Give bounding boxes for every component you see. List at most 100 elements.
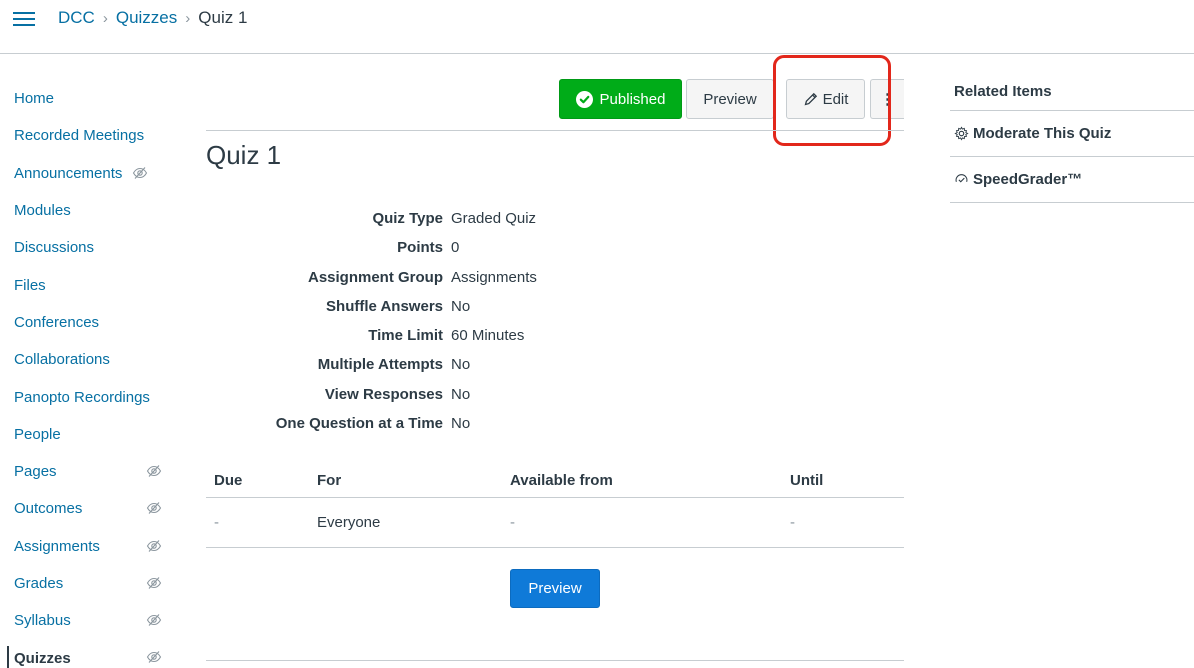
column-header-for: For: [317, 472, 342, 489]
breadcrumb-separator-icon: ›: [185, 9, 191, 27]
page-title: Quiz 1: [206, 140, 282, 170]
sidebar-item-label: People: [14, 425, 61, 443]
footer-divider: [206, 660, 904, 661]
detail-value: No: [451, 297, 471, 315]
speedgrader-link[interactable]: SpeedGrader™: [950, 157, 1194, 203]
breadcrumb-dcc[interactable]: DCC: [58, 8, 95, 28]
related-items-heading: Related Items: [954, 83, 1052, 100]
sidebar-item-collaborations[interactable]: Collaborations: [0, 341, 180, 378]
detail-label: Time Limit: [368, 327, 443, 345]
sidebar-item-label: Pages: [14, 463, 57, 481]
detail-row: One Question at a Time No: [206, 411, 706, 440]
detail-label: Multiple Attempts: [317, 356, 443, 374]
sidebar-item-discussions[interactable]: Discussions: [0, 229, 180, 266]
edit-highlight-annotation: [773, 55, 891, 146]
header-divider: [206, 130, 904, 131]
sidebar-item-files[interactable]: Files: [0, 266, 180, 303]
sidebar-item-label: Announcements: [14, 164, 123, 182]
sidebar-item-syllabus[interactable]: Syllabus: [0, 602, 180, 639]
available-from-cell: -: [510, 514, 515, 531]
detail-label: One Question at a Time: [275, 415, 443, 433]
hidden-eye-icon: [146, 463, 162, 479]
breadcrumb-separator-icon: ›: [102, 9, 108, 27]
published-label: Published: [599, 90, 666, 108]
for-cell: Everyone: [317, 514, 381, 531]
sidebar-item-people[interactable]: People: [0, 416, 180, 453]
detail-row: Assignment Group Assignments: [206, 265, 706, 294]
sidebar-item-label: Home: [14, 90, 55, 108]
sidebar-item-label: Modules: [14, 202, 71, 220]
sidebar-item-panopto-recordings[interactable]: Panopto Recordings: [0, 378, 180, 415]
dates-table: Due For Available from Until - Everyone …: [206, 462, 904, 548]
detail-label: Points: [397, 239, 443, 257]
breadcrumb-quizzes[interactable]: Quizzes: [116, 8, 177, 28]
sidebar-item-label: Syllabus: [14, 612, 71, 630]
sidebar-item-label: Assignments: [14, 537, 100, 555]
sidebar-item-grades[interactable]: Grades: [0, 565, 180, 602]
column-header-available-from: Available from: [510, 472, 613, 489]
hidden-eye-icon: [146, 575, 162, 591]
detail-row: View Responses No: [206, 382, 706, 411]
sidebar-item-label: Recorded Meetings: [14, 127, 145, 145]
detail-label: Quiz Type: [372, 210, 443, 227]
sidebar-item-assignments[interactable]: Assignments: [0, 528, 180, 565]
detail-row: Multiple Attempts No: [206, 352, 706, 381]
moderate-quiz-label: Moderate This Quiz: [973, 125, 1112, 142]
speedgrader-label: SpeedGrader™: [973, 171, 1083, 188]
detail-value: No: [451, 415, 471, 433]
detail-value: 60 Minutes: [451, 327, 525, 345]
sidebar-item-announcements[interactable]: Announcements: [0, 155, 180, 192]
column-header-until: Until: [790, 472, 824, 489]
published-button[interactable]: Published: [559, 79, 682, 119]
sidebar-item-label: Outcomes: [14, 500, 83, 518]
sidebar-item-label: Quizzes: [14, 649, 71, 667]
check-circle-icon: [575, 90, 593, 108]
sidebar-item-modules[interactable]: Modules: [0, 192, 180, 229]
preview-button[interactable]: Preview: [510, 569, 600, 608]
top-bar: DCC › Quizzes › Quiz 1: [0, 0, 1194, 54]
detail-row: Quiz Type Graded Quiz: [206, 206, 706, 235]
sidebar-item-pages[interactable]: Pages: [0, 453, 180, 490]
sidebar-item-home[interactable]: Home: [0, 80, 180, 117]
hidden-eye-icon: [146, 538, 162, 554]
breadcrumb: DCC › Quizzes › Quiz 1: [58, 8, 247, 28]
gear-icon: [954, 126, 969, 141]
hidden-eye-icon: [146, 500, 162, 516]
hidden-eye-icon: [146, 649, 162, 665]
detail-value: Assignments: [451, 268, 537, 286]
sidebar-item-conferences[interactable]: Conferences: [0, 304, 180, 341]
hidden-eye-icon: [132, 165, 148, 181]
detail-value: Graded Quiz: [451, 210, 537, 227]
hamburger-menu-icon[interactable]: [13, 10, 35, 28]
detail-value: 0: [451, 239, 460, 257]
sidebar-item-recorded-meetings[interactable]: Recorded Meetings: [0, 117, 180, 154]
sidebar-item-label: Files: [14, 276, 46, 294]
hidden-eye-icon: [146, 612, 162, 628]
course-navigation: Home Recorded Meetings Announcements Module…: [0, 80, 180, 668]
related-items-list: Moderate This Quiz SpeedGrader™: [950, 110, 1194, 203]
detail-value: No: [451, 356, 471, 374]
due-cell: -: [214, 514, 219, 531]
detail-label: Shuffle Answers: [326, 297, 443, 315]
until-cell: -: [790, 514, 795, 531]
dates-table-header: Due For Available from Until: [206, 462, 904, 498]
detail-label: View Responses: [324, 385, 443, 403]
sidebar-item-label: Collaborations: [14, 351, 110, 369]
detail-value: No: [451, 385, 471, 403]
breadcrumb-current: Quiz 1: [198, 8, 248, 27]
sidebar-item-quizzes[interactable]: Quizzes: [0, 639, 180, 668]
preview-top-button[interactable]: Preview: [686, 79, 774, 119]
speedgrader-icon: [955, 174, 968, 183]
detail-label: Assignment Group: [307, 268, 443, 286]
detail-row: Time Limit 60 Minutes: [206, 323, 706, 352]
sidebar-item-label: Discussions: [14, 239, 95, 257]
detail-row: Shuffle Answers No: [206, 294, 706, 323]
sidebar-item-label: Conferences: [14, 313, 100, 331]
sidebar-item-label: Grades: [14, 575, 64, 592]
moderate-quiz-link[interactable]: Moderate This Quiz: [950, 111, 1194, 157]
column-header-due: Due: [214, 472, 243, 489]
quiz-details: Quiz Type Graded Quiz Points 0 Assignment Gr…: [206, 206, 706, 440]
sidebar-item-label: Panopto Recordings: [14, 388, 150, 406]
sidebar-item-outcomes[interactable]: Outcomes: [0, 490, 180, 527]
detail-row: Points 0: [206, 235, 706, 264]
